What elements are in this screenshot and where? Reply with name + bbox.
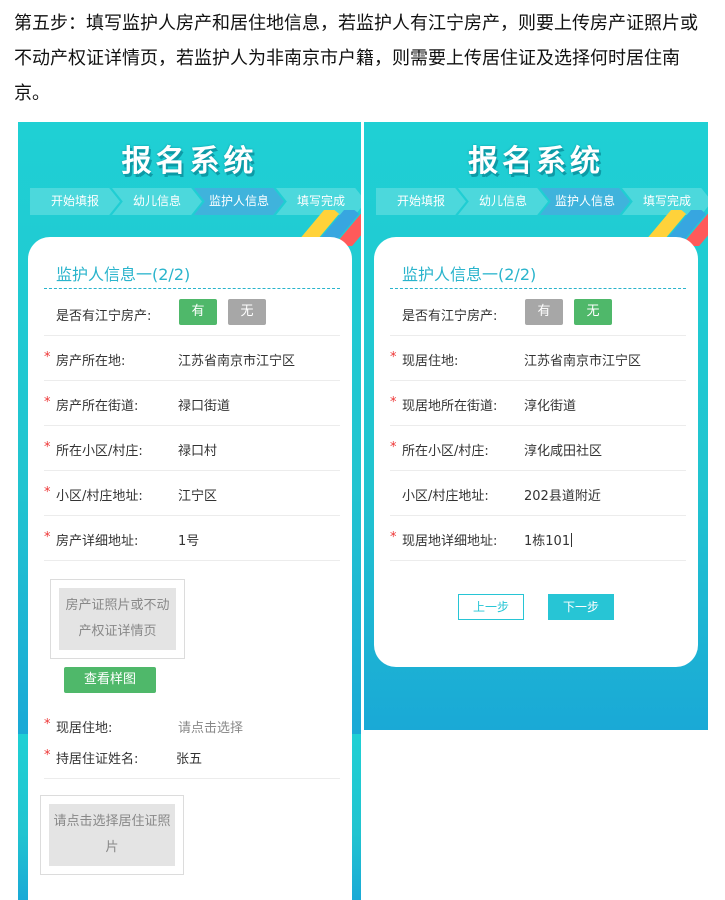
title-divider — [44, 288, 340, 289]
title-divider — [390, 288, 686, 289]
field-label: 小区/村庄地址: — [56, 489, 143, 504]
required-mark: * — [390, 530, 397, 545]
form-row[interactable]: * 现居地所在街道: 淳化街道 — [390, 381, 686, 426]
field-value[interactable]: 禄口村 — [178, 440, 217, 459]
step-start: 开始填报 — [30, 188, 120, 215]
required-mark: * — [44, 717, 51, 732]
required-mark: * — [44, 440, 51, 455]
field-label: 房产所在地: — [56, 354, 126, 369]
required-mark: * — [44, 395, 51, 410]
field-label: 现居住地: — [402, 354, 459, 369]
field-label: 现居住地: — [56, 721, 113, 734]
card-title: 监护人信息一(2/2) — [56, 265, 191, 284]
yes-button[interactable]: 有 — [179, 299, 217, 325]
form-row[interactable]: * 小区/村庄地址: 江宁区 — [44, 471, 340, 516]
form-card: 监护人信息一(2/2) 是否有江宁房产: 有 无 * 现居住地: 江苏省南京市江… — [374, 237, 698, 667]
app-title: 报名系统 — [121, 144, 258, 179]
step-guardian-info: 监护人信息 — [540, 188, 630, 215]
step-child-info: 幼儿信息 — [112, 188, 202, 215]
view-sample-button[interactable]: 查看样图 — [64, 667, 156, 693]
form-row[interactable]: * 现居住地: 江苏省南京市江宁区 — [390, 336, 686, 381]
jiangning-property-row: 是否有江宁房产: 有 无 — [390, 291, 686, 336]
step-guardian-info: 监护人信息 — [194, 188, 284, 215]
jiangning-property-label: 是否有江宁房产: — [402, 309, 498, 324]
step-start: 开始填报 — [376, 188, 466, 215]
required-mark: * — [44, 350, 51, 365]
field-value[interactable]: 淳化街道 — [524, 395, 576, 414]
form-row[interactable]: * 所在小区/村庄: 淳化咸田社区 — [390, 426, 686, 471]
holder-name-row[interactable]: * 持居住证姓名: 张五 — [44, 734, 340, 779]
screen-residence-info: 报名系统 开始填报 幼儿信息 监护人信息 填写完成 监护人信息一(2/2) 是否… — [364, 122, 708, 730]
screen-property-info: 报名系统 开始填报 幼儿信息 监护人信息 填写完成 监护人信息一(2/2) 是否… — [18, 122, 361, 734]
residence-select[interactable]: 请点击选择 — [178, 717, 243, 734]
field-value[interactable]: 202县道附近 — [524, 485, 601, 504]
required-mark: * — [390, 440, 397, 455]
field-value[interactable]: 1号 — [178, 530, 199, 549]
detail-address-input[interactable]: 1栋101 — [524, 530, 573, 549]
required-mark: * — [44, 748, 51, 763]
form-row[interactable]: * 房产所在地: 江苏省南京市江宁区 — [44, 336, 340, 381]
field-label: 所在小区/村庄: — [402, 444, 489, 459]
detail-address-text: 1栋101 — [524, 534, 571, 549]
field-value[interactable]: 江苏省南京市江宁区 — [524, 350, 641, 369]
field-value[interactable]: 淳化咸田社区 — [524, 440, 602, 459]
jiangning-property-label: 是否有江宁房产: — [56, 309, 152, 324]
residence-permit-upload[interactable]: 请点击选择居住证照片 — [40, 795, 184, 875]
holder-name-value[interactable]: 张五 — [176, 748, 202, 767]
form-row[interactable]: * 房产所在街道: 禄口街道 — [44, 381, 340, 426]
field-label: 小区/村庄地址: — [402, 489, 489, 504]
form-card: 监护人信息一(2/2) 是否有江宁房产: 有 无 * 房产所在地: 江苏省南京市… — [28, 237, 352, 734]
field-label: 持居住证姓名: — [56, 752, 139, 767]
required-mark: * — [44, 530, 51, 545]
yes-button[interactable]: 有 — [525, 299, 563, 325]
app-title: 报名系统 — [468, 144, 604, 179]
form-row[interactable]: * 现居地详细地址: 1栋101 — [390, 516, 686, 561]
next-step-button[interactable]: 下一步 — [548, 594, 614, 620]
prev-step-button[interactable]: 上一步 — [458, 594, 524, 620]
property-certificate-upload[interactable]: 房产证照片或不动产权证详情页 — [50, 579, 185, 659]
form-card: * 持居住证姓名: 张五 请点击选择居住证照片 — [28, 734, 352, 900]
residence-row[interactable]: * 现居住地: 请点击选择 — [44, 703, 340, 734]
field-label: 房产所在街道: — [56, 399, 139, 414]
required-mark: * — [390, 395, 397, 410]
form-row[interactable]: * 所在小区/村庄: 禄口村 — [44, 426, 340, 471]
text-caret — [571, 533, 573, 547]
upload-placeholder: 请点击选择居住证照片 — [49, 804, 175, 866]
no-button[interactable]: 无 — [228, 299, 266, 325]
instruction-text: 第五步：填写监护人房产和居住地信息，若监护人有江宁房产，则要上传房产证照片或不动… — [14, 13, 698, 104]
jiangning-property-row: 是否有江宁房产: 有 无 — [44, 291, 340, 336]
field-label: 所在小区/村庄: — [56, 444, 143, 459]
field-label: 房产详细地址: — [56, 534, 139, 549]
screen-residence-permit: * 持居住证姓名: 张五 请点击选择居住证照片 — [18, 734, 361, 900]
field-label: 现居地详细地址: — [402, 534, 498, 549]
form-row[interactable]: * 房产详细地址: 1号 — [44, 516, 340, 561]
field-label: 现居地所在街道: — [402, 399, 498, 414]
field-value[interactable]: 江宁区 — [178, 485, 217, 504]
form-row[interactable]: 小区/村庄地址: 202县道附近 — [390, 471, 686, 516]
required-mark: * — [390, 350, 397, 365]
card-title: 监护人信息一(2/2) — [402, 265, 537, 284]
step-child-info: 幼儿信息 — [458, 188, 548, 215]
upload-placeholder: 房产证照片或不动产权证详情页 — [59, 588, 176, 650]
required-mark: * — [44, 485, 51, 500]
field-value[interactable]: 禄口街道 — [178, 395, 230, 414]
field-value[interactable]: 江苏省南京市江宁区 — [178, 350, 295, 369]
no-button[interactable]: 无 — [574, 299, 612, 325]
